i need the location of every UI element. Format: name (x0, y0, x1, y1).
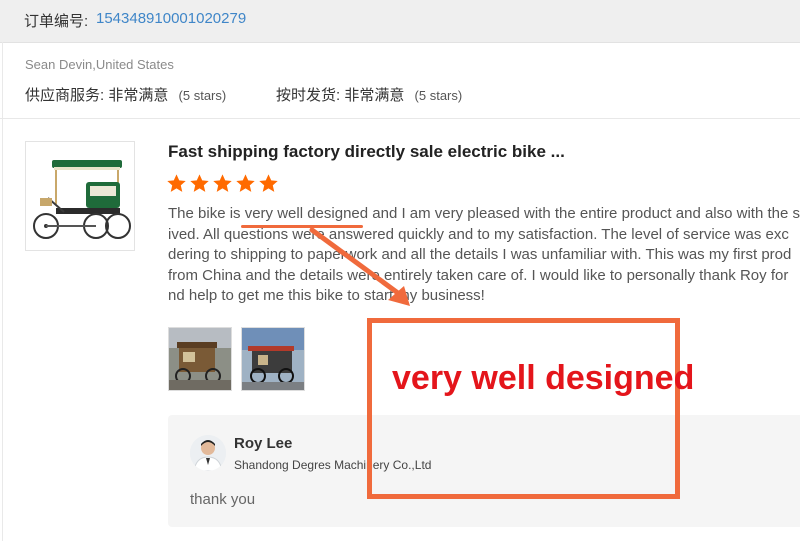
supplier-service-rating: 供应商服务: 非常满意 (5 stars) (25, 84, 226, 105)
star-icon (213, 174, 232, 192)
rating-value: 非常满意 (344, 87, 405, 104)
order-number-link[interactable]: 154348910001020279 (96, 10, 246, 27)
section-divider (0, 118, 800, 119)
on-time-shipping-rating: 按时发货: 非常满意 (5 stars) (276, 84, 462, 105)
star-icon (190, 174, 209, 192)
star-icon (167, 174, 186, 192)
star-icon (236, 174, 255, 192)
review-line: from China and the details were entirely… (168, 266, 789, 284)
avatar (190, 435, 226, 471)
rating-value: 非常满意 (108, 87, 169, 104)
star-rating (166, 173, 279, 194)
review-photo-image (169, 328, 231, 390)
review-photo-image (242, 328, 304, 390)
reply-author-name: Roy Lee (234, 435, 293, 452)
annotation-underline (241, 225, 363, 228)
rating-stars-text: (5 stars) (414, 88, 463, 103)
left-border (2, 42, 3, 541)
annotation-box (367, 318, 680, 499)
review-line: nd help to get me this bike to start my … (168, 287, 485, 304)
review-line: The bike is very well designed and I am … (168, 205, 800, 222)
pedicab-image (33, 160, 131, 239)
person-avatar-image (190, 435, 226, 471)
product-thumbnail[interactable] (25, 141, 135, 251)
review-photo-2[interactable] (241, 327, 305, 391)
review-line: dering to shipping to paperwork and all … (168, 246, 792, 263)
review-text: The bike is very well designed and I am … (168, 204, 800, 307)
buyer-name: Sean Devin,United States (25, 57, 174, 72)
rating-stars-text: (5 stars) (178, 88, 227, 103)
star-icon (259, 174, 278, 192)
order-header: 订单编号: 154348910001020279 (0, 0, 800, 43)
rating-label: 按时发货: (276, 87, 341, 104)
order-number-label: 订单编号: (24, 13, 89, 30)
rating-label: 供应商服务: (25, 87, 105, 104)
product-title[interactable]: Fast shipping factory directly sale elec… (168, 142, 565, 162)
reply-text: thank you (190, 491, 256, 508)
annotation-label: very well designed (392, 359, 695, 397)
review-photo-1[interactable] (168, 327, 232, 391)
